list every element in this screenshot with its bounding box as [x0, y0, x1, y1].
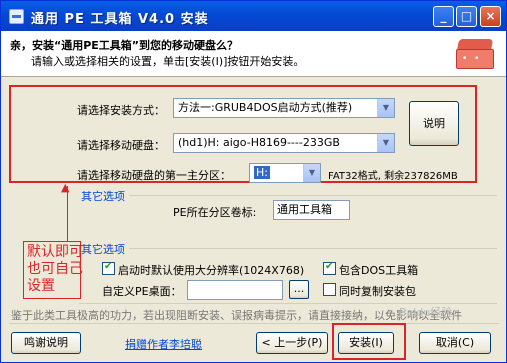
group-divider [129, 195, 497, 196]
chevron-down-icon[interactable]: ▼ [377, 134, 394, 152]
group-divider [129, 248, 497, 249]
install-method-select[interactable]: 方法一:GRUB4DOS启动方式(推荐) ▼ [173, 98, 395, 118]
close-button[interactable]: × [480, 6, 501, 27]
desktop-input[interactable] [187, 280, 283, 300]
volume-label: PE所在分区卷标: [173, 206, 257, 219]
partition-label: 请选择移动硬盘的第一主分区： [77, 169, 231, 182]
copy-label: 同时复制安装包 [339, 285, 416, 298]
installer-window: 通用 PE 工具箱 V4.0 安装 _ □ × 亲，安装“通用PE工具箱”到您的… [0, 0, 507, 363]
volume-input[interactable]: 通用工具箱 [273, 200, 350, 220]
other-options-title-1: 其它选项 [81, 190, 125, 203]
toolbox-icon: • • [454, 37, 496, 71]
install-highlight [332, 323, 406, 360]
annotation-line-1: 默认即可 [27, 244, 83, 260]
hires-label: 启动时默认使用大分辨率(1024X768) [118, 264, 305, 277]
dos-checkbox[interactable] [323, 261, 336, 275]
watermark-text: Baidu经验 [399, 306, 453, 319]
maximize-button[interactable]: □ [456, 6, 477, 27]
title-bar[interactable]: 通用 PE 工具箱 V4.0 安装 _ □ × [1, 1, 506, 31]
help-button[interactable]: 说明 [409, 101, 459, 146]
thanks-button[interactable]: 鸣谢说明 [11, 332, 81, 354]
app-icon [9, 9, 24, 24]
partition-value: H: [254, 166, 270, 179]
annotation-arrow-head: ▲ [61, 181, 70, 194]
browse-button[interactable]: ... [289, 280, 309, 299]
dos-label: 包含DOS工具箱 [339, 264, 419, 277]
header-panel: 亲，安装“通用PE工具箱”到您的移动硬盘么？ 请输入或选择相关的设置，单击[安装… [1, 31, 506, 77]
annotation-line-3: 设置 [27, 278, 55, 294]
donate-link[interactable]: 捐赠作者李培聪 [125, 336, 202, 352]
hires-checkbox[interactable] [102, 261, 115, 275]
partition-select[interactable]: H: ▼ [249, 163, 321, 183]
install-method-value: 方法一:GRUB4DOS启动方式(推荐) [178, 101, 353, 114]
footer-divider [9, 323, 499, 324]
footer-note: 鉴于此类工具极高的功力，若出现阻断安装、误报病毒提示，请直接接纳，以免影响以全软… [11, 309, 462, 322]
disk-label: 请选择移动硬盘： [77, 139, 165, 152]
disk-select[interactable]: (hd1)H: aigo-H8169----233GB ▼ [173, 133, 395, 153]
back-button[interactable]: < 上一步(P) [256, 332, 328, 354]
chevron-down-icon[interactable]: ▼ [377, 99, 394, 117]
chevron-down-icon[interactable]: ▼ [303, 164, 320, 182]
minimize-button[interactable]: _ [433, 6, 454, 27]
annotation-line-2: 也可自己 [27, 261, 83, 277]
header-title: 亲，安装“通用PE工具箱”到您的移动硬盘么？ [10, 39, 239, 52]
copy-checkbox[interactable] [323, 283, 336, 296]
desktop-label: 自定义PE桌面： [102, 285, 182, 298]
header-subtitle: 请输入或选择相关的设置，单击[安装(I)]按钮开始安装。 [31, 55, 305, 68]
disk-value: (hd1)H: aigo-H8169----233GB [178, 136, 340, 149]
partition-info: FAT32格式, 剩余237826MB [328, 171, 458, 182]
cancel-button[interactable]: 取消(C) [419, 332, 491, 354]
other-options-title-2: 其它选项 [81, 243, 125, 256]
install-method-label: 请选择安装方式： [77, 104, 165, 117]
window-title: 通用 PE 工具箱 V4.0 安装 [31, 12, 209, 27]
